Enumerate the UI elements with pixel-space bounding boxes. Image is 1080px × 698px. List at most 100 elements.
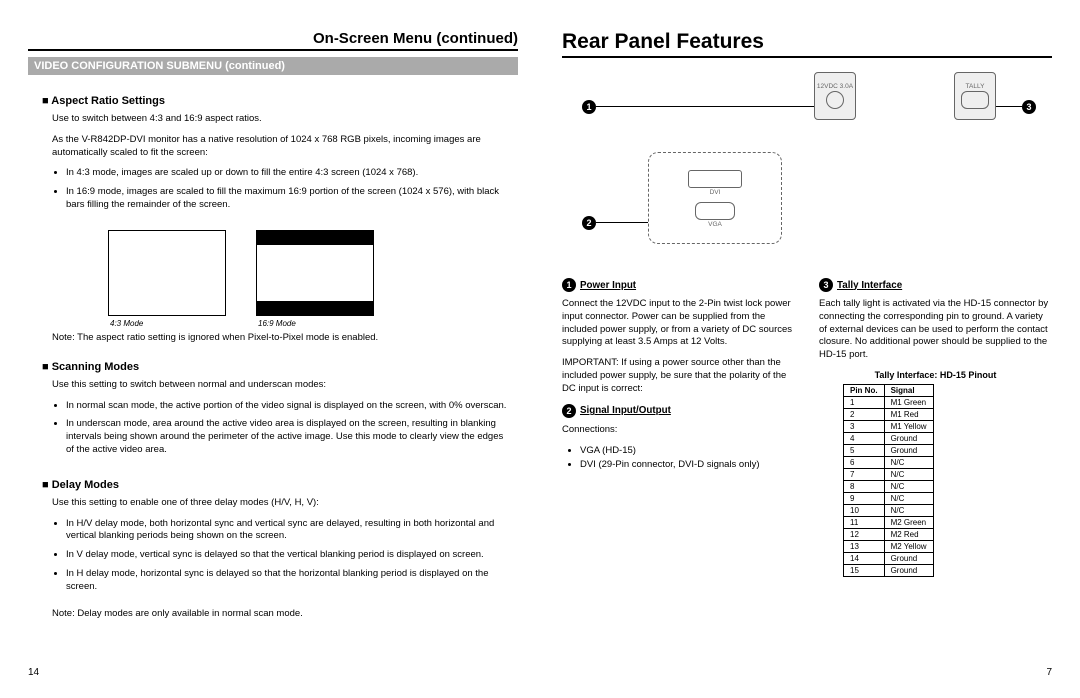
table-row: 13M2 Yellow	[844, 541, 934, 553]
mode-43-caption: 4:3 Mode	[110, 319, 143, 328]
bullet-list: In 4:3 mode, images are scaled up or dow…	[66, 167, 518, 217]
pin-signal: M2 Green	[884, 517, 933, 529]
body-text: Use this setting to enable one of three …	[52, 497, 518, 510]
table-row: 3M1 Yellow	[844, 421, 934, 433]
pin-signal: Ground	[884, 553, 933, 565]
pin-no: 7	[844, 469, 885, 481]
left-page: On-Screen Menu (continued) VIDEO CONFIGU…	[28, 30, 540, 678]
pin-signal: M2 Red	[884, 529, 933, 541]
mode-169-caption: 16:9 Mode	[258, 319, 296, 328]
pin-no: 1	[844, 397, 885, 409]
connections-list: VGA (HD-15) DVI (29-Pin connector, DVI-D…	[580, 445, 795, 470]
pin-signal: Ground	[884, 445, 933, 457]
bullet-list: In H/V delay mode, both horizontal sync …	[66, 518, 518, 600]
list-item: In normal scan mode, the active portion …	[66, 400, 518, 413]
leader-line	[996, 106, 1022, 107]
pin-signal: N/C	[884, 505, 933, 517]
num-2-icon: 2	[562, 404, 576, 418]
feature-col-left: 1 Power Input Connect the 12VDC input to…	[562, 274, 795, 577]
pin-no: 11	[844, 517, 885, 529]
mode-43: 4:3 Mode	[108, 230, 226, 328]
leader-line	[596, 106, 814, 107]
tally-connector-icon: TALLY	[954, 72, 996, 120]
list-item: VGA (HD-15)	[580, 445, 795, 456]
feature-label: Tally Interface	[837, 280, 902, 291]
table-row: 1M1 Green	[844, 397, 934, 409]
aspect-ratio-heading: Aspect Ratio Settings	[42, 95, 518, 107]
pin-no: 9	[844, 493, 885, 505]
pin-no: 5	[844, 445, 885, 457]
pin-no: 3	[844, 421, 885, 433]
num-1-icon: 1	[562, 278, 576, 292]
pin-signal: M1 Red	[884, 409, 933, 421]
right-rule	[562, 56, 1052, 58]
list-item: DVI (29-Pin connector, DVI-D signals onl…	[580, 459, 795, 470]
feature-label: Power Input	[580, 280, 636, 291]
list-item: In underscan mode, area around the activ…	[66, 418, 518, 456]
page-number-left: 14	[28, 667, 39, 678]
pin-signal: N/C	[884, 493, 933, 505]
mode-43-image	[108, 230, 226, 316]
pin-no: 2	[844, 409, 885, 421]
table-row: 12M2 Red	[844, 529, 934, 541]
mode-169: 16:9 Mode	[256, 230, 374, 328]
body-text: Use this setting to switch between norma…	[52, 379, 518, 392]
mode-169-image	[256, 230, 374, 316]
feature-col-right: 3 Tally Interface Each tally light is ac…	[819, 274, 1052, 577]
list-item: In V delay mode, vertical sync is delaye…	[66, 549, 518, 562]
feature-3-heading: 3 Tally Interface	[819, 278, 1052, 292]
pin-signal: N/C	[884, 469, 933, 481]
feature-columns: 1 Power Input Connect the 12VDC input to…	[562, 274, 1052, 577]
section-bar: VIDEO CONFIGURATION SUBMENU (continued)	[28, 57, 518, 75]
diagram-label: 12VDC 3.0A	[817, 83, 853, 90]
aspect-diagram-row: 4:3 Mode 16:9 Mode	[108, 230, 518, 328]
pin-signal: Ground	[884, 565, 933, 577]
body-text: Connections:	[562, 424, 795, 437]
callout-1-icon: 1	[582, 100, 596, 114]
body-text: Each tally light is activated via the HD…	[819, 298, 1052, 362]
callout-3-icon: 3	[1022, 100, 1036, 114]
port-icon	[688, 170, 742, 188]
pin-signal: Ground	[884, 433, 933, 445]
table-row: 11M2 Green	[844, 517, 934, 529]
pin-signal: M2 Yellow	[884, 541, 933, 553]
right-page: Rear Panel Features 12VDC 3.0A TALLY DVI…	[540, 30, 1052, 678]
table-row: 2M1 Red	[844, 409, 934, 421]
pin-signal: N/C	[884, 481, 933, 493]
table-row: 15Ground	[844, 565, 934, 577]
port-icon	[695, 202, 735, 220]
power-connector-icon: 12VDC 3.0A	[814, 72, 856, 120]
num-3-icon: 3	[819, 278, 833, 292]
table-row: 8N/C	[844, 481, 934, 493]
feature-label: Signal Input/Output	[580, 405, 671, 416]
diagram-label: VGA	[708, 221, 722, 228]
feature-2-heading: 2 Signal Input/Output	[562, 404, 795, 418]
body-text: Connect the 12VDC input to the 2-Pin twi…	[562, 298, 795, 349]
pin-no: 14	[844, 553, 885, 565]
letterbox-bar	[257, 231, 373, 245]
table-row: 10N/C	[844, 505, 934, 517]
delay-heading: Delay Modes	[42, 479, 518, 491]
leader-line	[596, 222, 648, 223]
pin-no: 6	[844, 457, 885, 469]
list-item: In H/V delay mode, both horizontal sync …	[66, 518, 518, 544]
pin-no: 8	[844, 481, 885, 493]
pin-signal: N/C	[884, 457, 933, 469]
body-text: Use to switch between 4:3 and 16:9 aspec…	[52, 113, 518, 126]
pin-signal: M1 Yellow	[884, 421, 933, 433]
body-text: As the V-R842DP-DVI monitor has a native…	[52, 134, 518, 160]
right-title: Rear Panel Features	[562, 30, 1052, 54]
pin-no: 10	[844, 505, 885, 517]
io-connector-icon: DVI VGA	[648, 152, 782, 244]
letterbox-bar	[257, 301, 373, 315]
note-text: Note: Delay modes are only available in …	[52, 608, 518, 621]
pin-no: 12	[844, 529, 885, 541]
list-item: In H delay mode, horizontal sync is dela…	[66, 568, 518, 594]
table-row: 9N/C	[844, 493, 934, 505]
body-text: IMPORTANT: If using a power source other…	[562, 357, 795, 395]
pinout-table: Pin No. Signal 1M1 Green2M1 Red3M1 Yello…	[843, 384, 934, 577]
diagram-label: DVI	[710, 189, 721, 196]
bullet-list: In normal scan mode, the active portion …	[66, 400, 518, 463]
list-item: In 16:9 mode, images are scaled to fill …	[66, 186, 518, 212]
rear-panel-diagram: 12VDC 3.0A TALLY DVI VGA 1 2 3	[562, 72, 1052, 262]
